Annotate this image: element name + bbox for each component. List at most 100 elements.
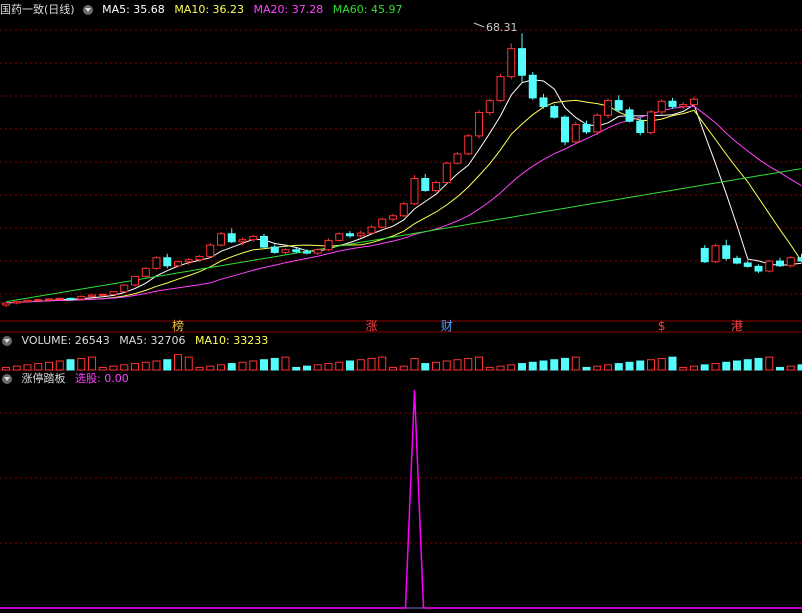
volume-bar: [141, 361, 150, 371]
candle-body: [109, 291, 118, 295]
volume-bar: [765, 356, 774, 371]
candle-body: [120, 284, 129, 293]
candle-body: [217, 233, 225, 246]
signal-polyline: [0, 389, 802, 609]
candle: [647, 109, 655, 135]
volume-bar: [475, 356, 483, 371]
candle-body: [432, 181, 440, 191]
candle: [485, 98, 494, 116]
volume-bar: [776, 366, 784, 371]
ma5-label: MA5: 35.68: [102, 3, 165, 16]
volume-bar: [152, 360, 161, 371]
volume-bar: [432, 361, 440, 371]
candle: [464, 133, 473, 156]
indicator-dropdown-icon[interactable]: [2, 374, 12, 384]
ma60-line: [5, 168, 802, 303]
candle: [163, 253, 172, 269]
ma10-label: MA10: 36.23: [174, 3, 245, 16]
candle-body: [66, 297, 75, 301]
candle-body: [12, 301, 21, 304]
candle: [206, 243, 215, 258]
candle-body: [679, 104, 688, 108]
volume-bars: [2, 354, 802, 371]
volume-bar: [625, 361, 634, 371]
candle: [690, 96, 698, 107]
candle-body: [657, 100, 666, 113]
volume-bar: [131, 363, 139, 371]
candle-body: [34, 299, 43, 302]
candle: [324, 238, 333, 252]
candle: [77, 295, 86, 300]
candle-body: [356, 232, 365, 237]
volume-ma10-label: MA10: 33233: [194, 334, 269, 347]
candle-body: [55, 297, 64, 300]
volume-bar: [367, 357, 376, 371]
volume-bar: [77, 357, 86, 371]
candle-body: [270, 246, 279, 253]
candle-body: [152, 257, 161, 269]
volume-bar: [582, 366, 591, 371]
volume-bar: [711, 363, 720, 371]
indicator-header: 涨停踏板 选股: 0.00: [0, 371, 135, 387]
candle: [399, 201, 408, 218]
volume-bar: [313, 364, 322, 371]
candle: [453, 151, 462, 165]
candle-body: [303, 251, 311, 254]
volume-bar: [410, 357, 419, 371]
candle-body: [550, 106, 559, 118]
candle-body: [475, 112, 483, 137]
candle-body: [378, 218, 387, 228]
candle-body: [292, 249, 301, 253]
settings-dropdown-icon[interactable]: [82, 5, 93, 15]
candle-body: [335, 233, 344, 241]
candle-body: [399, 203, 408, 217]
candle: [313, 248, 322, 256]
main-header: 国药一致(日线) MA5: 35.68 MA10: 36.23 MA20: 37…: [0, 2, 408, 18]
candle: [797, 253, 802, 263]
volume-bar: [260, 359, 268, 371]
candle-body: [507, 48, 516, 78]
volume-bar: [378, 356, 387, 371]
volume-bar: [66, 359, 75, 371]
period-label: (日线): [44, 3, 75, 16]
event-marker-label: 财: [441, 319, 453, 333]
candle: [346, 231, 354, 238]
candle: [152, 256, 161, 270]
candle: [98, 293, 107, 297]
candle-body: [528, 74, 537, 99]
volume-bar: [754, 357, 763, 371]
volume-bar: [528, 361, 537, 371]
candle-body: [582, 124, 591, 133]
moving-average-lines: [5, 79, 802, 304]
indicator-signal-label: 选股: 0.00: [75, 372, 129, 385]
volume-bar: [2, 366, 10, 371]
volume-bar: [184, 356, 193, 371]
volume-bar: [690, 365, 698, 371]
candle-body: [346, 233, 354, 237]
candle-body: [281, 249, 290, 253]
candle: [679, 101, 688, 110]
candle: [604, 98, 612, 118]
volume-bar: [722, 361, 731, 371]
volume-dropdown-icon[interactable]: [2, 336, 12, 346]
candle-body: [442, 162, 451, 183]
volume-bar: [593, 365, 602, 371]
candle-body: [496, 76, 505, 102]
candle-body: [518, 48, 526, 76]
candle-body: [604, 100, 612, 116]
volume-bar: [217, 364, 225, 371]
candle-body: [195, 255, 204, 261]
candle-body: [754, 265, 763, 272]
candle: [335, 232, 344, 242]
candle: [141, 267, 150, 278]
candle: [475, 109, 483, 139]
grid-lines: [0, 29, 802, 609]
volume-bar: [238, 361, 247, 371]
candle-body: [389, 215, 397, 220]
volume-bar: [733, 360, 741, 371]
candle-body: [88, 294, 96, 297]
volume-bar: [249, 360, 258, 371]
candle: [614, 95, 623, 112]
candle: [2, 302, 10, 308]
candle: [120, 284, 129, 293]
